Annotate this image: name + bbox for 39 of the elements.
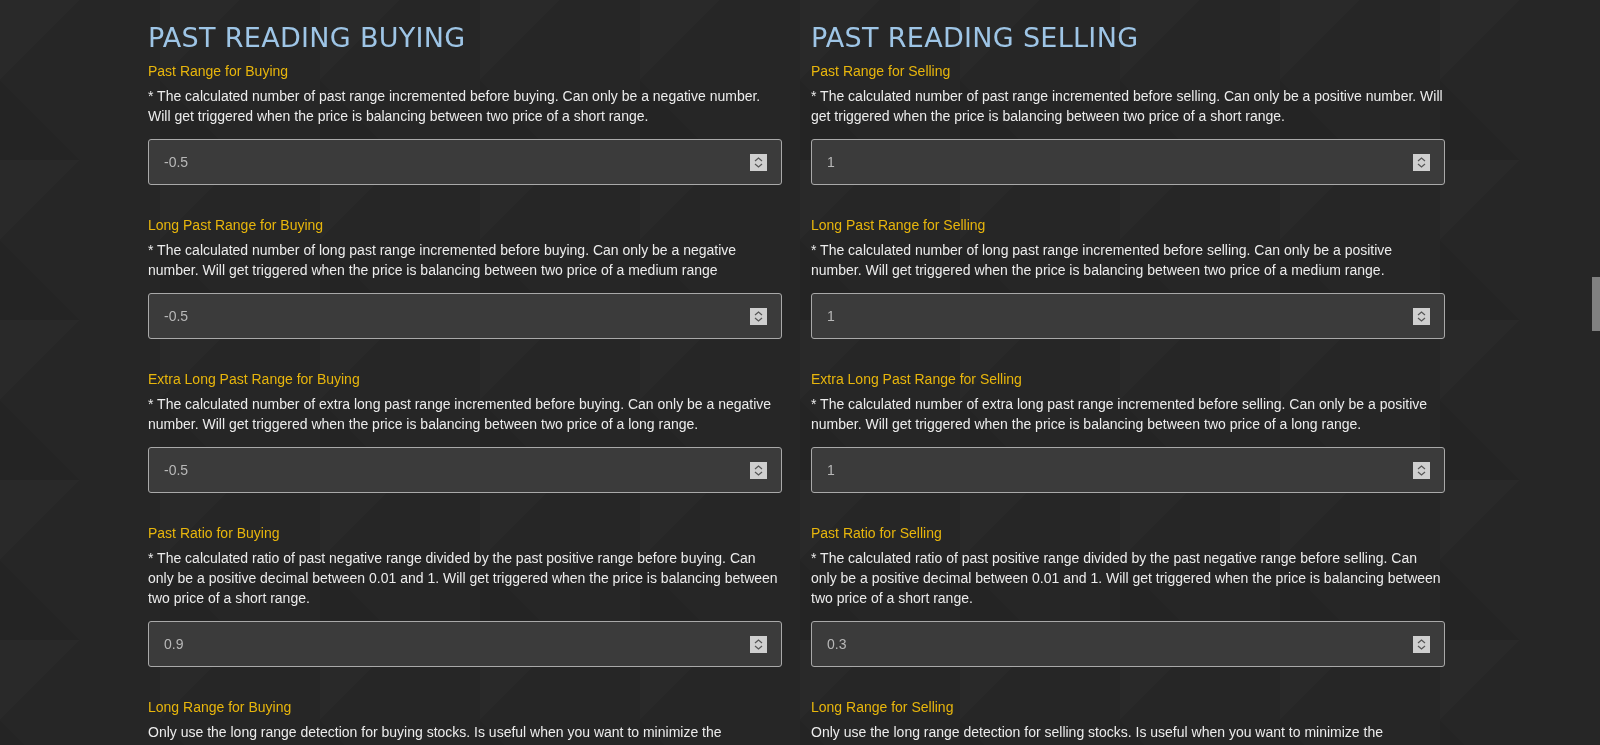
scrollbar-thumb[interactable] — [1592, 277, 1600, 331]
spinner-icon[interactable] — [1413, 307, 1430, 325]
number-input-field[interactable]: 0.3 — [811, 621, 1445, 667]
number-input-field[interactable]: -0.5 — [148, 447, 782, 493]
field-label: Long Past Range for Selling — [811, 217, 987, 233]
field-description: Only use the long range detection for buying stocks. Is useful when you want to minimize the — [148, 723, 723, 742]
field-label: Long Range for Buying — [148, 699, 293, 715]
number-input-field[interactable]: -0.5 — [148, 293, 782, 339]
field-label: Long Past Range for Buying — [148, 217, 325, 233]
field-label: Past Range for Selling — [811, 63, 952, 79]
field-description: * The calculated number of extra long past range incremented before selling. Can only be a positive number. Will get triggered when the price is balancing between two price of a long range. — [811, 395, 1429, 434]
field-label: Past Range for Buying — [148, 63, 290, 79]
number-input-field[interactable]: 1 — [811, 293, 1445, 339]
field-description: * The calculated ratio of past negative range divided by the past positive range before buying. Can only be a positive decimal between 0.01 and 1. Will get triggered when the price is balancing between two price of a short range. — [148, 549, 779, 608]
spinner-icon[interactable] — [750, 153, 767, 171]
field-label: Long Range for Selling — [811, 699, 955, 715]
spinner-icon[interactable] — [750, 461, 767, 479]
section-title: PAST READING BUYING — [148, 22, 467, 53]
field-label: Past Ratio for Buying — [148, 525, 281, 541]
field-description: * The calculated number of long past range incremented before selling. Can only be a positive number. Will get triggered when the price is balancing between two price of a medium range. — [811, 241, 1394, 280]
spinner-icon[interactable] — [750, 307, 767, 325]
field-description: * The calculated number of extra long past range incremented before buying. Can only be a negative number. Will get triggered when the price is balancing between two price of a long range. — [148, 395, 773, 434]
spinner-icon[interactable] — [1413, 461, 1430, 479]
number-input-field[interactable]: 1 — [811, 139, 1445, 185]
section-title: PAST READING SELLING — [811, 22, 1140, 53]
field-description: * The calculated number of long past range incremented before buying. Can only be a negative number. Will get triggered when the price is balancing between two price of a medium range — [148, 241, 738, 280]
number-input-field[interactable]: 1 — [811, 447, 1445, 493]
spinner-icon[interactable] — [750, 635, 767, 653]
field-label: Past Ratio for Selling — [811, 525, 943, 541]
field-description: * The calculated number of past range incremented before selling. Can only be a positive number. Will get triggered when the price is balancing between two price of a short range. — [811, 87, 1444, 126]
number-input-field[interactable]: 0.9 — [148, 621, 782, 667]
field-description: * The calculated number of past range incremented before buying. Can only be a negative number. Will get triggered when the price is balancing between two price of a short range. — [148, 87, 762, 126]
number-input-field[interactable]: -0.5 — [148, 139, 782, 185]
spinner-icon[interactable] — [1413, 635, 1430, 653]
field-description: Only use the long range detection for selling stocks. Is useful when you want to minimize the — [811, 723, 1384, 742]
field-label: Extra Long Past Range for Buying — [148, 371, 361, 387]
spinner-icon[interactable] — [1413, 153, 1430, 171]
field-label: Extra Long Past Range for Selling — [811, 371, 1023, 387]
field-description: * The calculated ratio of past positive range divided by the past negative range before selling. Can only be a positive decimal between 0.01 and 1. Will get triggered when the price is balancing between two price of a short range. — [811, 549, 1442, 608]
